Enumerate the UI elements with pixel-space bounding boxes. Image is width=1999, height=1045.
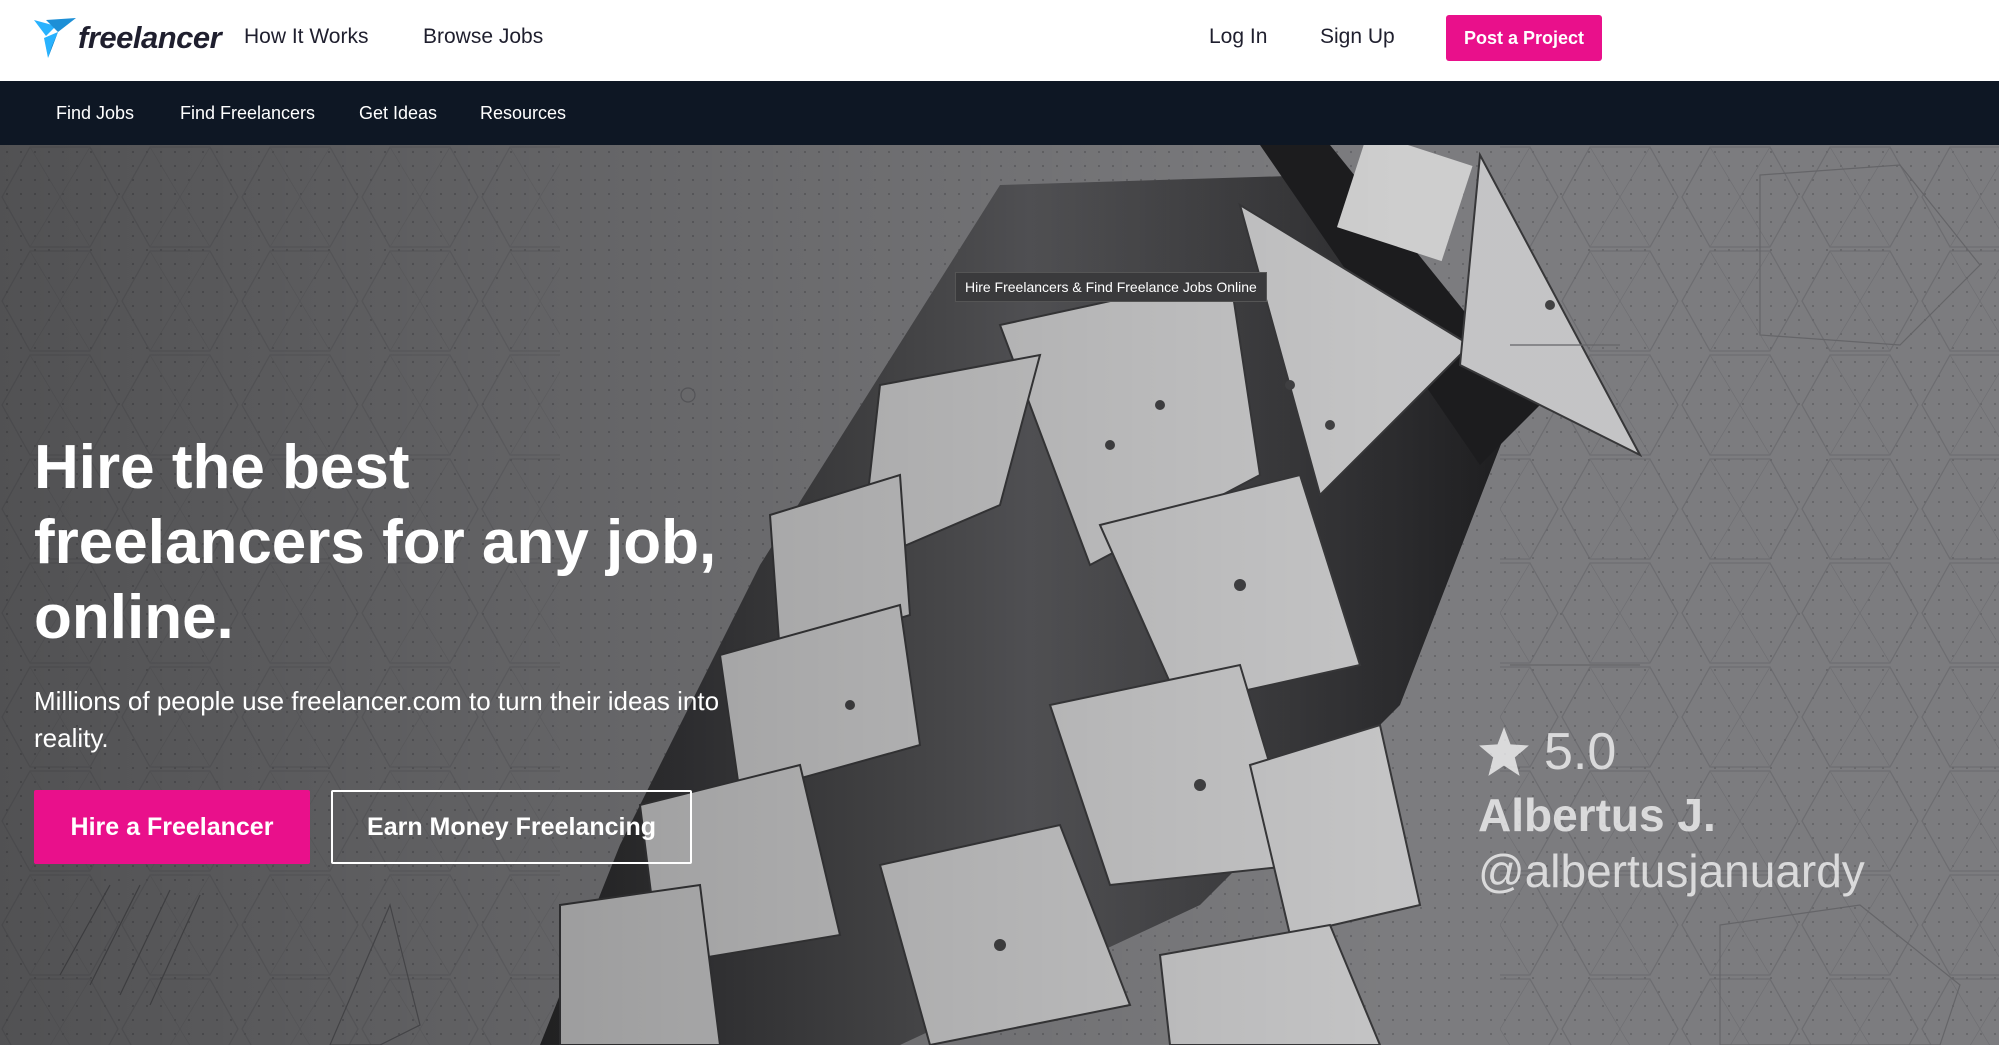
hire-freelancer-button[interactable]: Hire a Freelancer xyxy=(34,790,310,864)
subnav-find-jobs[interactable]: Find Jobs xyxy=(56,103,134,124)
image-credit: 5.0 Albertus J. @albertusjanuardy xyxy=(1478,723,1865,899)
hero-subtitle: Millions of people use freelancer.com to… xyxy=(34,686,720,753)
subnav-find-freelancers[interactable]: Find Freelancers xyxy=(180,103,315,124)
subnav-resources[interactable]: Resources xyxy=(480,103,566,124)
hero-title: Hire the best freelancers for any job, o… xyxy=(34,433,717,652)
page-tooltip: Hire Freelancers & Find Freelance Jobs O… xyxy=(955,272,1267,302)
login-link[interactable]: Log In xyxy=(1209,25,1267,49)
nav-browse-jobs[interactable]: Browse Jobs xyxy=(423,25,543,49)
hero-section: Hire Freelancers & Find Freelance Jobs O… xyxy=(0,145,1999,1045)
top-header: freelancer How It Works Browse Jobs Log … xyxy=(0,0,1999,81)
bird-logo-icon xyxy=(34,18,76,58)
rating-value: 5.0 xyxy=(1544,723,1617,781)
secondary-nav: Find Jobs Find Freelancers Get Ideas Res… xyxy=(0,81,1999,145)
subnav-get-ideas[interactable]: Get Ideas xyxy=(359,103,437,124)
freelancer-logo[interactable]: freelancer xyxy=(34,16,222,60)
credit-rating: 5.0 xyxy=(1478,723,1865,781)
nav-how-it-works[interactable]: How It Works xyxy=(244,25,368,49)
credit-handle[interactable]: @albertusjanuardy xyxy=(1478,843,1865,899)
logo-text: freelancer xyxy=(78,20,222,55)
post-project-button[interactable]: Post a Project xyxy=(1446,15,1602,61)
star-icon xyxy=(1479,727,1529,776)
signup-link[interactable]: Sign Up xyxy=(1320,25,1395,49)
credit-name: Albertus J. xyxy=(1478,789,1716,841)
earn-money-button[interactable]: Earn Money Freelancing xyxy=(331,790,692,864)
